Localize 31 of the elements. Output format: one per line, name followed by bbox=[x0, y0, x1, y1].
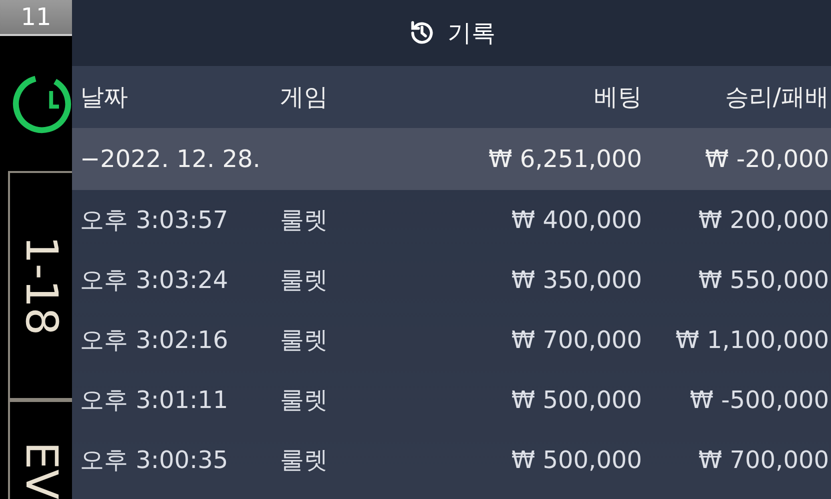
time-cell-text: 오후 3:02:16 bbox=[80, 325, 230, 356]
result-cell-text: ₩ 1,100,000 bbox=[674, 326, 829, 354]
bet-cell-text: ₩ 350,000 bbox=[510, 266, 642, 294]
result-cell-text: ₩ 200,000 bbox=[697, 206, 829, 234]
range-label: 1-18 bbox=[16, 236, 66, 336]
bet-cell-text: ₩ 400,000 bbox=[510, 206, 642, 234]
time-cell-text: 오후 3:01:11 bbox=[80, 385, 230, 416]
column-header: 게임 bbox=[280, 82, 329, 113]
game-cell-text: 룰렛 bbox=[280, 325, 329, 356]
bet-cell-text: ₩ 700,000 bbox=[510, 326, 642, 354]
bet-cell-text: ₩ 500,000 bbox=[510, 446, 642, 474]
result-cell-text: ₩ 700,000 bbox=[697, 446, 829, 474]
bet-total: ₩ 6,251,000 bbox=[487, 145, 642, 173]
game-cell-text: 룰렛 bbox=[280, 265, 329, 296]
game-cell-text: 룰렛 bbox=[280, 385, 329, 416]
result-cell-text: ₩ 550,000 bbox=[697, 266, 829, 294]
column-header: 날짜 bbox=[80, 82, 129, 113]
time-cell-text: 오후 3:03:57 bbox=[80, 205, 230, 236]
round-number: 11 bbox=[0, 0, 72, 36]
column-header: 승리/패배 bbox=[724, 82, 829, 113]
date-group-row[interactable]: −2022. 12. 28. ₩ 6,251,000 ₩ -20,000 bbox=[72, 128, 831, 190]
result-cell-text: ₩ -500,000 bbox=[688, 386, 829, 414]
date-text: −2022. 12. 28. bbox=[80, 145, 262, 173]
time-cell-text: 오후 3:03:24 bbox=[80, 265, 230, 296]
bet-cell-text: ₩ 500,000 bbox=[510, 386, 642, 414]
column-header: 베팅 bbox=[593, 82, 642, 113]
time-cell-text: 오후 3:00:35 bbox=[80, 445, 230, 476]
result-total: ₩ -20,000 bbox=[704, 145, 829, 173]
panel-title: 기록 bbox=[448, 18, 496, 49]
game-cell-text: 룰렛 bbox=[280, 205, 329, 236]
game-cell-text: 룰렛 bbox=[280, 445, 329, 476]
